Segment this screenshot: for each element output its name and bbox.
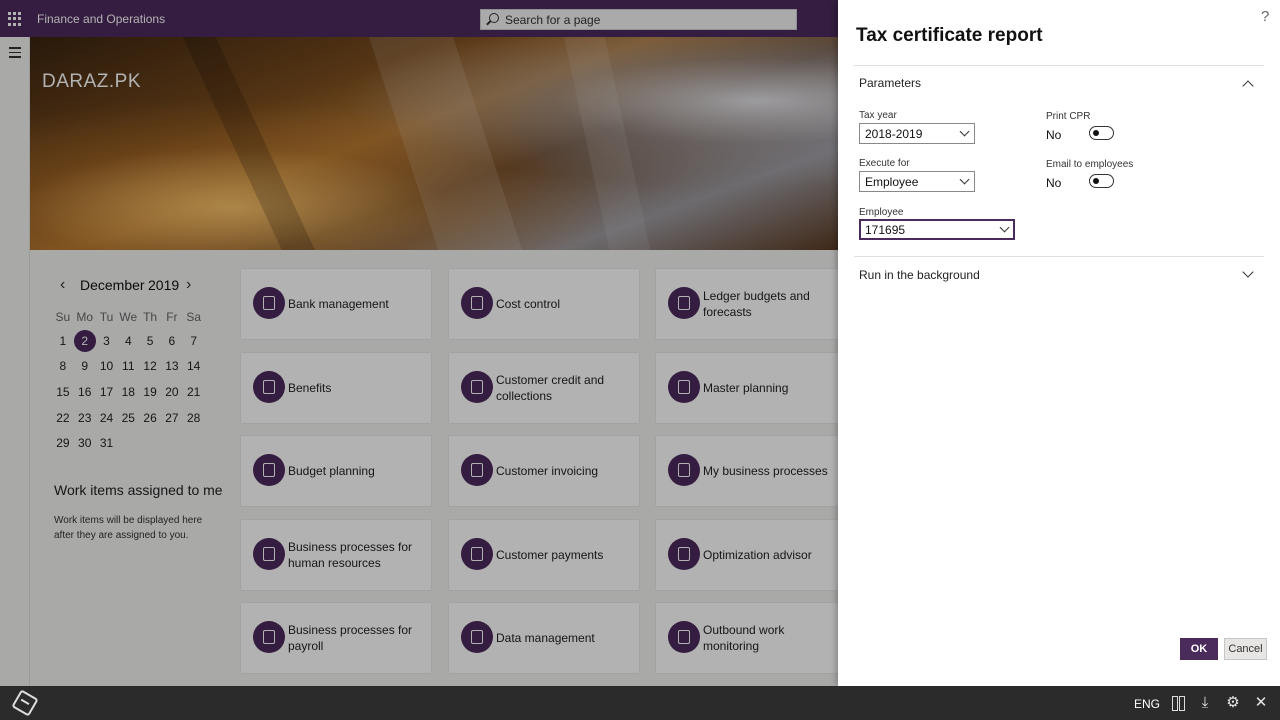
expand-chevron-icon[interactable] [1242, 266, 1254, 278]
collapse-chevron-icon[interactable] [1242, 80, 1254, 92]
pause-icon[interactable] [1170, 695, 1186, 711]
taskbar: ENG ⤓ ⚙ ✕ [0, 686, 1280, 720]
print-cpr-toggle[interactable] [1089, 126, 1114, 140]
tax-year-dropdown[interactable]: 2018-2019 [859, 123, 975, 144]
tax-year-value: 2018-2019 [865, 127, 923, 141]
settings-gear-icon[interactable]: ⚙ [1225, 695, 1241, 711]
print-cpr-label: Print CPR [1046, 111, 1091, 122]
app-logo-icon[interactable] [11, 689, 39, 717]
employee-dropdown[interactable]: 171695 [859, 219, 1015, 240]
download-icon[interactable]: ⤓ [1197, 695, 1213, 711]
section-divider [854, 65, 1264, 66]
chevron-down-icon [959, 174, 970, 185]
close-icon[interactable]: ✕ [1253, 695, 1269, 711]
email-to-employees-label: Email to employees [1046, 159, 1134, 170]
execute-for-label: Execute for [859, 158, 910, 169]
tax-certificate-report-dialog: ? Tax certificate report Parameters Tax … [838, 0, 1280, 686]
chevron-down-icon [959, 126, 970, 137]
modal-overlay [0, 0, 838, 686]
print-cpr-value: No [1046, 128, 1062, 142]
cancel-button[interactable]: Cancel [1224, 638, 1267, 660]
language-indicator[interactable]: ENG [1134, 697, 1160, 711]
employee-value: 171695 [865, 223, 906, 237]
app-workspace: Finance and Operations Search for a page… [0, 0, 838, 686]
execute-for-dropdown[interactable]: Employee [859, 171, 975, 192]
ok-button[interactable]: OK [1180, 638, 1218, 660]
tax-year-label: Tax year [859, 110, 897, 121]
dialog-title: Tax certificate report [856, 25, 1043, 46]
section-divider [854, 256, 1264, 257]
email-to-employees-toggle[interactable] [1089, 174, 1114, 188]
email-to-employees-value: No [1046, 176, 1062, 190]
execute-for-value: Employee [865, 175, 919, 189]
run-in-background-section-header[interactable]: Run in the background [859, 268, 980, 282]
chevron-down-icon [999, 222, 1010, 233]
parameters-section-header[interactable]: Parameters [859, 76, 921, 90]
help-icon[interactable]: ? [1261, 8, 1269, 25]
employee-label: Employee [859, 207, 904, 218]
